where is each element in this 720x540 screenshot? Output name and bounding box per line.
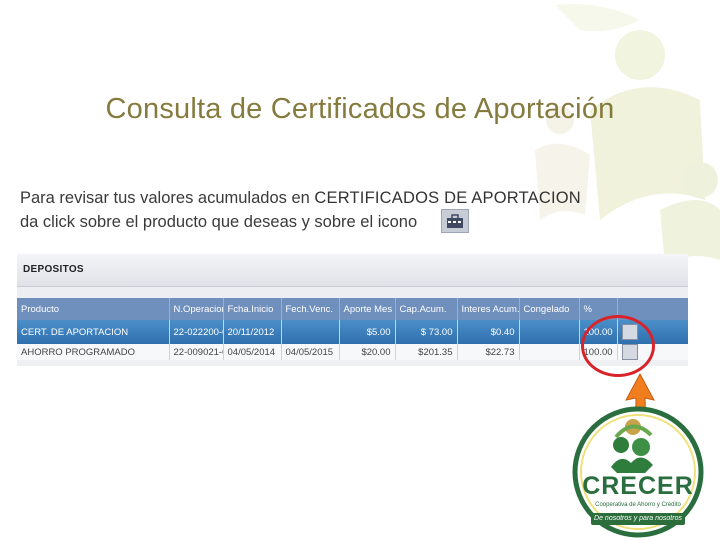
col-header[interactable]: Producto [17,298,170,320]
briefcase-icon [441,209,470,233]
highlight-circle [581,315,655,377]
logo-name: CRECER [582,472,694,500]
col-header[interactable]: Aporte Mes [339,298,396,320]
col-header[interactable]: Congelado [519,298,580,320]
cell-aporte: $20.00 [339,344,396,360]
cell-producto[interactable]: CERT. DE APORTACION [17,320,170,344]
cell-inicio: 20/11/2012 [223,320,282,344]
logo-slogan: De nosotros y para nosotros [591,513,685,525]
instruction-text: Para revisar tus valores acumulados en C… [20,187,660,233]
col-header[interactable]: N.Operacion [169,298,224,320]
cell-inicio: 04/05/2014 [223,344,282,360]
grid-spacer [17,287,688,298]
cell-interes: $0.40 [457,320,520,344]
cell-congelado [519,320,580,344]
cell-operacion: 22-009021-0 [169,344,224,360]
col-header[interactable]: Fech.Venc. [281,298,340,320]
cell-venc: 04/05/2015 [281,344,340,360]
instruction-line1-prefix: Para revisar tus valores acumulados en [20,189,315,207]
col-header[interactable]: Interes Acum. [457,298,520,320]
cell-cap: $ 73.00 [395,320,458,344]
cell-cap: $201.35 [395,344,458,360]
cell-venc [281,320,340,344]
cell-operacion: 22-022200-0 [169,320,224,344]
logo-subtitle: Cooperativa de Ahorro y Crédito [595,502,681,508]
slide-title: Consulta de Certificados de Aportación [105,93,615,125]
cell-aporte: $5.00 [339,320,396,344]
col-header[interactable]: Fcha.Inicio [223,298,282,320]
cell-congelado [519,344,580,360]
grid-section-title: DEPOSITOS [17,254,688,287]
instruction-emphasis: CERTIFICADOS DE APORTACION [314,189,581,207]
table-header-row: Producto N.Operacion Fcha.Inicio Fech.Ve… [17,298,688,320]
cell-interes: $22.73 [457,344,520,360]
cell-producto[interactable]: AHORRO PROGRAMADO [17,344,170,360]
col-header[interactable]: Cap.Acum. [395,298,458,320]
instruction-line2: da click sobre el producto que deseas y … [20,213,418,231]
